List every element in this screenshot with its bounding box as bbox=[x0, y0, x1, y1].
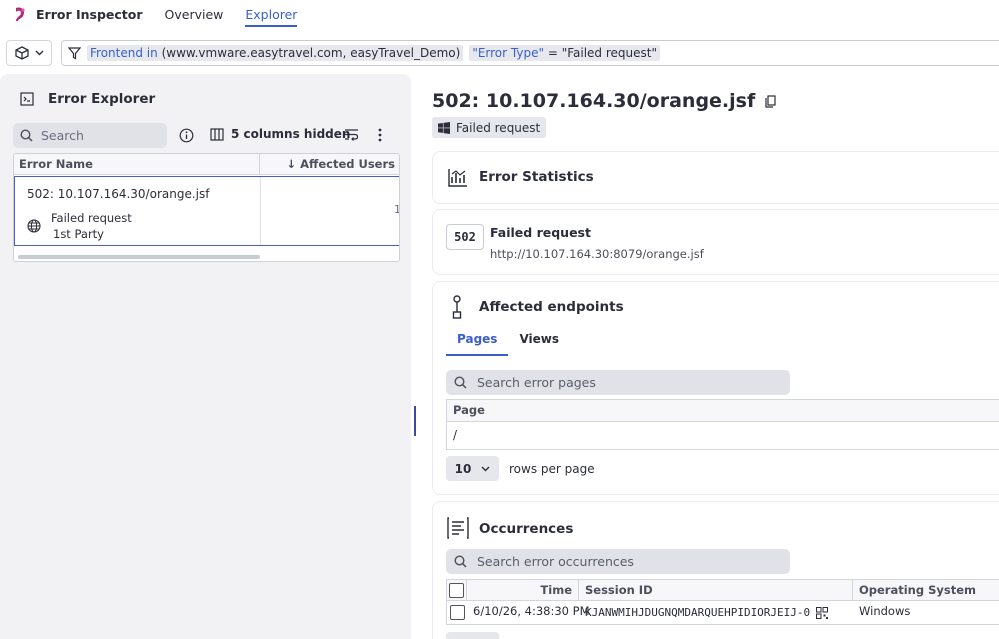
col-affected-users-label: Affected Users bbox=[300, 157, 395, 171]
tab-overview[interactable]: Overview bbox=[165, 3, 224, 26]
tab-views[interactable]: Views bbox=[508, 326, 570, 356]
pages-table: Page / bbox=[446, 399, 999, 450]
filter-icon bbox=[68, 46, 81, 59]
request-url[interactable]: http://10.107.164.30:8079/orange.jsf bbox=[490, 247, 704, 261]
search-error-occurrences-input[interactable]: Search error occurrences bbox=[446, 549, 790, 574]
search-error-pages-input[interactable]: Search error pages bbox=[446, 370, 790, 395]
search-placeholder: Search error occurrences bbox=[477, 554, 634, 569]
filter-token-error-type[interactable]: "Error Type" = "Failed request" bbox=[469, 45, 660, 61]
table-row[interactable]: 502: 10.107.164.30/orange.jsf Failed req… bbox=[14, 176, 399, 246]
app-logo-icon bbox=[12, 6, 28, 22]
endpoint-icon bbox=[452, 295, 462, 319]
affected-endpoints-card: Affected endpoints Pages Views Search er… bbox=[432, 281, 999, 495]
occurrence-os: Windows bbox=[859, 604, 911, 618]
occurrences-card: Occurrences Search error occurrences Tim… bbox=[432, 501, 999, 639]
error-party: 1st Party bbox=[53, 227, 104, 241]
failed-request-card: 502 Failed request http://10.107.164.30:… bbox=[432, 209, 999, 275]
error-name: 502: 10.107.164.30/orange.jsf bbox=[27, 187, 210, 201]
filter-bar: Frontend in (www.vmware.easytravel.com, … bbox=[0, 38, 999, 68]
table-row[interactable]: 6/10/26, 4:38:30 PM KJANWMIHJDUGNQMDARQU… bbox=[447, 601, 999, 624]
panel-header: Error Explorer bbox=[20, 91, 155, 107]
error-statistics-title: Error Statistics bbox=[479, 169, 594, 185]
table-header: Error Name ↓ Affected Users bbox=[14, 154, 399, 175]
filter-token-operator: in bbox=[146, 46, 158, 60]
line-wrap-icon[interactable] bbox=[344, 128, 359, 144]
filter-token-frontend[interactable]: Frontend in (www.vmware.easytravel.com, … bbox=[87, 45, 464, 61]
filter-token-value: "Failed request" bbox=[561, 46, 657, 60]
affected-endpoints-title: Affected endpoints bbox=[479, 299, 624, 315]
pagination: 10 rows per page bbox=[446, 456, 595, 481]
detail-title-text: 502: 10.107.164.30/orange.jsf bbox=[432, 90, 756, 112]
col-affected-users[interactable]: ↓ Affected Users bbox=[260, 154, 399, 174]
row-checkbox[interactable] bbox=[447, 601, 467, 624]
rows-per-page-select[interactable]: 10 bbox=[446, 456, 499, 481]
affected-users-cell: 1 bbox=[261, 177, 399, 245]
endpoint-tabs: Pages Views bbox=[446, 326, 570, 356]
detail-title: 502: 10.107.164.30/orange.jsf bbox=[432, 90, 776, 112]
request-title: Failed request bbox=[490, 225, 591, 240]
copy-icon[interactable] bbox=[765, 94, 776, 108]
top-nav: Error Inspector Overview Explorer bbox=[0, 0, 999, 28]
filter-input[interactable]: Frontend in (www.vmware.easytravel.com, … bbox=[61, 40, 999, 66]
col-time[interactable]: Time bbox=[467, 580, 579, 600]
search-icon bbox=[454, 376, 467, 389]
columns-icon bbox=[210, 127, 224, 141]
select-all-checkbox[interactable] bbox=[447, 580, 467, 600]
error-name-cell: 502: 10.107.164.30/orange.jsf Failed req… bbox=[15, 177, 261, 245]
explorer-icon bbox=[20, 92, 34, 106]
cube-icon bbox=[14, 46, 29, 60]
error-type-tag: Failed request bbox=[432, 117, 547, 138]
rows-per-page-value: 10 bbox=[454, 461, 472, 476]
info-icon[interactable] bbox=[179, 128, 194, 146]
rows-per-page-label: rows per page bbox=[509, 461, 595, 476]
col-session-id[interactable]: Session ID bbox=[579, 580, 853, 600]
search-placeholder: Search bbox=[41, 128, 84, 143]
status-code-badge: 502 bbox=[446, 224, 484, 250]
session-id-value[interactable]: KJANWMIHJDUGNQMDARQUEHPIDIORJEIJ-0 bbox=[585, 606, 810, 619]
occurrence-time: 6/10/26, 4:38:30 PM bbox=[473, 604, 590, 618]
panel-title: Error Explorer bbox=[48, 91, 156, 107]
error-explorer-panel: Error Explorer Search 5 columns hidden E… bbox=[0, 74, 411, 639]
filter-token-key: "Error Type" bbox=[472, 46, 544, 60]
occurrences-icon bbox=[447, 517, 469, 539]
globe-icon bbox=[27, 219, 41, 236]
chevron-down-icon bbox=[35, 50, 43, 56]
search-icon bbox=[454, 555, 467, 568]
error-type-tag-label: Failed request bbox=[456, 120, 541, 135]
windows-icon bbox=[438, 121, 450, 134]
search-input[interactable]: Search bbox=[13, 123, 167, 148]
errors-table: Error Name ↓ Affected Users 502: 10.107.… bbox=[13, 153, 400, 262]
col-page[interactable]: Page bbox=[447, 400, 999, 422]
error-type: Failed request bbox=[51, 211, 132, 225]
filter-token-operator: = bbox=[547, 46, 558, 60]
affected-users-count: 1 bbox=[394, 203, 399, 216]
col-operating-system[interactable]: Operating System bbox=[853, 580, 999, 600]
pagination-select[interactable] bbox=[446, 632, 499, 639]
error-detail-panel: 502: 10.107.164.30/orange.jsf Failed req… bbox=[420, 74, 999, 639]
filter-token-key: Frontend bbox=[90, 46, 143, 60]
table-header: Time Session ID Operating System bbox=[447, 580, 999, 601]
table-row[interactable]: / bbox=[447, 422, 999, 449]
error-statistics-card[interactable]: Error Statistics bbox=[432, 151, 999, 204]
search-icon bbox=[20, 129, 33, 142]
qr-code-icon[interactable] bbox=[816, 606, 829, 619]
sort-desc-icon: ↓ bbox=[286, 157, 297, 171]
chevron-down-icon bbox=[481, 466, 490, 471]
horizontal-scrollbar[interactable] bbox=[18, 255, 260, 259]
columns-hidden-label: 5 columns hidden bbox=[231, 127, 351, 141]
app-name[interactable]: Error Inspector bbox=[36, 3, 143, 26]
filter-token-value: (www.vmware.easytravel.com, easyTravel_D… bbox=[161, 46, 461, 60]
tab-explorer[interactable]: Explorer bbox=[245, 3, 298, 27]
occurrences-table: Time Session ID Operating System 6/10/26… bbox=[446, 579, 999, 625]
col-error-name[interactable]: Error Name bbox=[14, 154, 260, 174]
occurrence-session: KJANWMIHJDUGNQMDARQUEHPIDIORJEIJ-0 bbox=[579, 601, 853, 624]
more-options-icon[interactable] bbox=[378, 128, 382, 145]
segment-selector-button[interactable] bbox=[6, 40, 52, 66]
search-placeholder: Search error pages bbox=[477, 375, 596, 390]
occurrences-title: Occurrences bbox=[479, 521, 574, 537]
panel-resize-handle[interactable] bbox=[414, 406, 416, 436]
hidden-columns-button[interactable]: 5 columns hidden bbox=[210, 127, 350, 141]
tab-pages[interactable]: Pages bbox=[446, 326, 509, 356]
chart-icon bbox=[448, 169, 467, 187]
